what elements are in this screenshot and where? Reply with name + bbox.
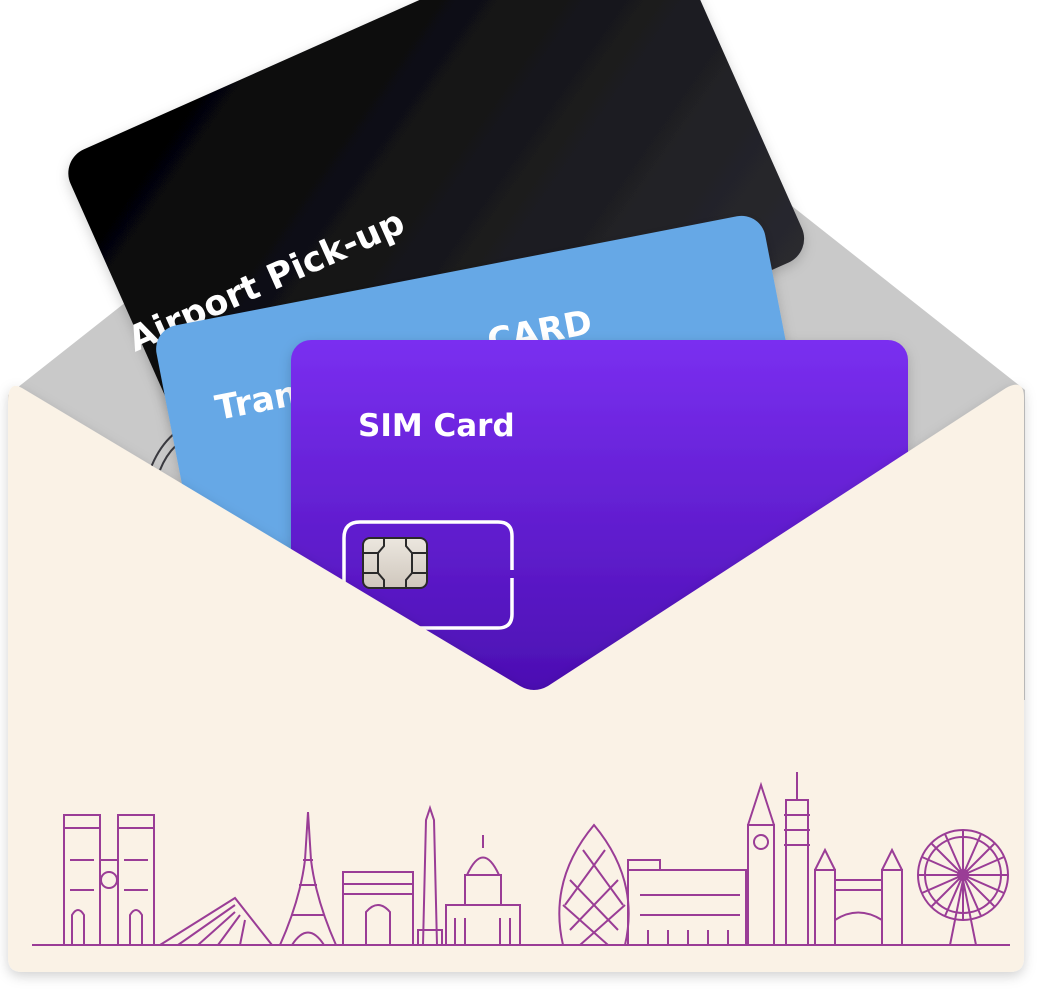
sim-chip-icon (362, 537, 428, 589)
sim-card-label: SIM Card (358, 408, 515, 444)
envelope-illustration: Airport Pick-up Tran CARD SIM Card (0, 0, 1040, 993)
